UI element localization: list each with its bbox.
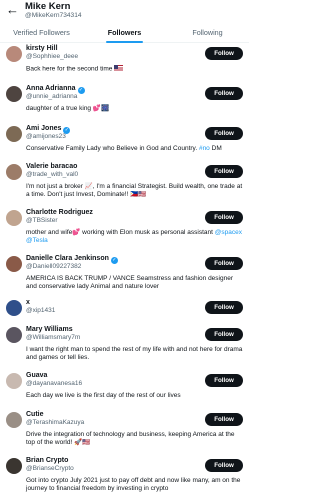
- tab-following[interactable]: Following: [166, 24, 249, 43]
- user-name[interactable]: x: [26, 299, 30, 307]
- profile-handle: @MikeKern734314: [25, 12, 82, 19]
- user-handle: @xip1431: [26, 307, 56, 314]
- avatar[interactable]: [6, 300, 22, 316]
- emoji-icon: 🚀🇺🇸: [74, 439, 91, 447]
- verified-badge-icon: ✓: [110, 257, 118, 264]
- active-tab-indicator: [106, 41, 143, 43]
- avatar[interactable]: [6, 86, 22, 102]
- follower-row[interactable]: Mary Williams @Williamsmary7m I want the…: [0, 325, 249, 369]
- verified-badge-icon: ✓: [77, 87, 85, 94]
- user-handle: @Williamsmary7m: [26, 334, 81, 341]
- user-bio: Drive the integration of technology and …: [26, 431, 235, 447]
- avatar[interactable]: [6, 373, 22, 389]
- user-name[interactable]: Guava: [26, 372, 47, 380]
- follower-row[interactable]: Ami Jones ✓ @amijones23 Conservative Fami…: [0, 124, 249, 160]
- follow-button[interactable]: Follow: [205, 459, 243, 472]
- user-bio: Each day we live is the first day of the…: [26, 392, 181, 399]
- user-bio: I'm not just a broker 📈, I'm a financial…: [26, 183, 243, 199]
- user-handle: @dayanavanesa16: [26, 380, 83, 387]
- follow-button[interactable]: Follow: [205, 127, 243, 140]
- follow-button[interactable]: Follow: [205, 257, 243, 270]
- avatar[interactable]: [6, 412, 22, 428]
- user-handle: @TBSister: [26, 217, 58, 224]
- follow-button[interactable]: Follow: [205, 165, 243, 178]
- user-handle: @amijones23: [26, 133, 66, 140]
- follower-row[interactable]: Cutie @TerashimaKazuya Drive the integra…: [0, 410, 249, 454]
- follower-row[interactable]: x @xip1431 Follow: [0, 298, 249, 322]
- user-handle: @Daniell09227382: [26, 263, 82, 270]
- user-handle: @TerashimaKazuya: [26, 419, 85, 426]
- avatar[interactable]: [6, 210, 22, 226]
- follow-button[interactable]: Follow: [205, 301, 243, 314]
- user-name[interactable]: kirsty Hill: [26, 45, 58, 53]
- follower-row[interactable]: Valerie baracao @trade_with_val0 I'm not…: [0, 162, 249, 206]
- avatar[interactable]: [6, 327, 22, 343]
- user-handle: @BrianseCrypto: [26, 465, 74, 472]
- follow-button[interactable]: Follow: [205, 413, 243, 426]
- user-name[interactable]: Valerie baracao: [26, 163, 77, 171]
- back-arrow-icon[interactable]: ←: [6, 3, 20, 17]
- avatar[interactable]: [6, 256, 22, 272]
- hashtag-link[interactable]: #no: [199, 145, 210, 152]
- user-handle: @Sophhiee_deee: [26, 53, 79, 60]
- user-handle: @trade_with_val0: [26, 171, 79, 178]
- follow-button[interactable]: Follow: [205, 211, 243, 224]
- user-bio: AMERICA IS BACK TRUMP / VANCE Seamstress…: [26, 275, 233, 291]
- avatar[interactable]: [6, 126, 22, 142]
- follow-button[interactable]: Follow: [205, 328, 243, 341]
- user-name[interactable]: Cutie: [26, 411, 44, 419]
- avatar[interactable]: [6, 46, 22, 62]
- user-bio: daughter of a true king 💕🎆: [26, 105, 110, 112]
- follower-row[interactable]: Guava @dayanavanesa16 Each day we live i…: [0, 371, 249, 405]
- emoji-icon: 💕🎆: [92, 105, 110, 112]
- user-name[interactable]: Mary Williams: [26, 326, 73, 334]
- us-flag-icon: [114, 65, 124, 71]
- follow-button[interactable]: Follow: [205, 47, 243, 60]
- tab-verified-followers[interactable]: Verified Followers: [0, 24, 83, 43]
- user-bio: mother and wife💕 working with Elon musk …: [26, 229, 242, 245]
- page-title: Mike Kern: [25, 1, 71, 12]
- follow-button[interactable]: Follow: [205, 87, 243, 100]
- avatar[interactable]: [6, 164, 22, 180]
- user-bio: Back here for the second time: [26, 65, 244, 74]
- profile-header: ← Mike Kern @MikeKern734314: [0, 0, 249, 24]
- avatar[interactable]: [6, 458, 22, 474]
- user-handle: @unnie_adrianna: [26, 93, 78, 100]
- user-bio: Got into crypto July 2021 just to pay of…: [26, 477, 241, 493]
- follower-row[interactable]: kirsty Hill @Sophhiee_deee Back here for…: [0, 44, 249, 80]
- user-name[interactable]: Charlotte Rodriguez: [26, 209, 93, 217]
- user-bio: I want the right man to spend the rest o…: [26, 346, 243, 362]
- follower-row[interactable]: Brian Crypto @BrianseCrypto Got into cry…: [0, 456, 249, 500]
- follower-row[interactable]: Charlotte Rodriguez @TBSister mother and…: [0, 208, 249, 252]
- user-bio: Conservative Family Lady who Believe in …: [26, 145, 222, 152]
- follower-row[interactable]: Danielle Clara Jenkinson ✓ @Daniell092273…: [0, 254, 249, 298]
- flag-emoji-icon: 🇵🇭🇺🇸: [130, 191, 147, 199]
- follower-row[interactable]: Anna Adrianna ✓ @unnie_adrianna daughter …: [0, 84, 249, 120]
- user-name[interactable]: Brian Crypto: [26, 457, 68, 465]
- follow-button[interactable]: Follow: [205, 374, 243, 387]
